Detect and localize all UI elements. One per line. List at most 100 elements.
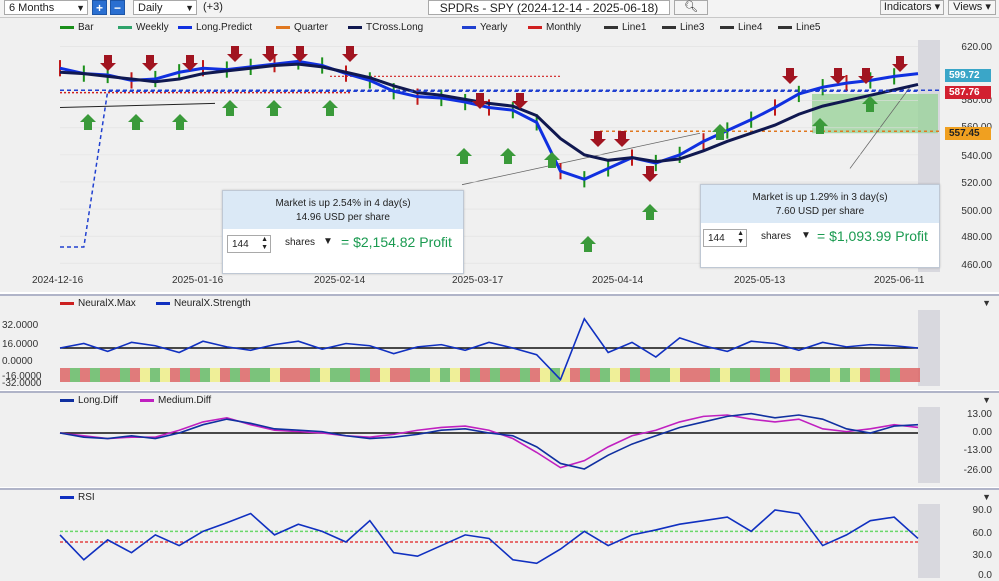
legend-swatch bbox=[140, 398, 154, 402]
zoom-out-button[interactable]: − bbox=[110, 0, 125, 15]
signal-strip-cell bbox=[800, 368, 810, 382]
signal-strip-cell bbox=[340, 368, 350, 382]
legend-label: Quarter bbox=[294, 22, 328, 33]
signal-strip-cell bbox=[420, 368, 430, 382]
signal-strip-cell bbox=[440, 368, 450, 382]
legend-label: NeuralX.Max bbox=[78, 298, 136, 309]
interval-select[interactable]: Daily ▼ bbox=[133, 0, 197, 15]
signal-strip-cell bbox=[240, 368, 250, 382]
legend-label: Yearly bbox=[480, 22, 508, 33]
signal-strip-cell bbox=[80, 368, 90, 382]
up-arrow-icon bbox=[222, 100, 238, 116]
spinner-icon: ▲ ▼ bbox=[737, 230, 744, 245]
symbol-title[interactable]: SPDRs - SPY (2024-12-14 - 2025-06-18) bbox=[428, 0, 670, 15]
legend-item[interactable]: Bar bbox=[60, 22, 94, 33]
legend-item[interactable]: Line4 bbox=[720, 22, 762, 33]
legend-item[interactable]: NeuralX.Max bbox=[60, 298, 136, 309]
legend-item[interactable]: TCross.Long bbox=[348, 22, 423, 33]
y-tick-label: 500.00 bbox=[961, 206, 992, 217]
signal-strip-cell bbox=[230, 368, 240, 382]
shares-count-input[interactable]: 144 ▲ ▼ bbox=[227, 235, 271, 253]
legend-item[interactable]: Line5 bbox=[778, 22, 820, 33]
signal-strip-cell bbox=[90, 368, 100, 382]
legend-item[interactable]: Quarter bbox=[276, 22, 328, 33]
legend-item[interactable]: NeuralX.Strength bbox=[156, 298, 251, 309]
legend-item[interactable]: Yearly bbox=[462, 22, 507, 33]
legend-item[interactable]: Medium.Diff bbox=[140, 395, 211, 406]
signal-strip-cell bbox=[390, 368, 400, 382]
views-label: Views bbox=[953, 1, 983, 13]
y-tick-label: 32.0000 bbox=[2, 320, 39, 331]
signal-strip-cell bbox=[640, 368, 650, 382]
signal-strip-cell bbox=[370, 368, 380, 382]
signal-strip-cell bbox=[450, 368, 460, 382]
legend-swatch bbox=[156, 301, 170, 305]
price-tag: 599.72 bbox=[945, 69, 991, 82]
zoom-in-button[interactable]: + bbox=[92, 0, 107, 15]
signal-strip-cell bbox=[710, 368, 720, 382]
up-arrow-icon bbox=[642, 204, 658, 220]
legend-label: Weekly bbox=[136, 22, 169, 33]
shares-dropdown-icon[interactable]: ▼ bbox=[801, 230, 811, 241]
date-tick-label: 2025-06-11 bbox=[874, 275, 925, 286]
signal-strip-cell bbox=[310, 368, 320, 382]
signal-strip-cell bbox=[260, 368, 270, 382]
views-button[interactable]: Views ▾ bbox=[948, 0, 996, 15]
legend-label: RSI bbox=[78, 492, 95, 503]
shares-count-input[interactable]: 144 ▲ ▼ bbox=[703, 229, 747, 247]
y-tick-label: 0.00 bbox=[972, 427, 992, 438]
signal-strip-cell bbox=[840, 368, 850, 382]
signal-strip-cell bbox=[810, 368, 820, 382]
rsi-chart[interactable] bbox=[0, 490, 999, 581]
signal-strip-cell bbox=[790, 368, 800, 382]
trade-popup-left: Market is up 2.54% in 4 day(s) 14.96 USD… bbox=[222, 190, 464, 274]
signal-strip-cell bbox=[670, 368, 680, 382]
legend-label: Monthly bbox=[546, 22, 582, 33]
indicators-label: Indicators bbox=[883, 1, 932, 13]
signal-strip-cell bbox=[140, 368, 150, 382]
indicators-button[interactable]: Indicators ▾ bbox=[880, 0, 944, 15]
signal-strip-cell bbox=[860, 368, 870, 382]
signal-strip-cell bbox=[770, 368, 780, 382]
panel-collapse-icon[interactable]: ▼ bbox=[982, 492, 991, 502]
legend-item[interactable]: RSI bbox=[60, 492, 95, 503]
search-icon: 🔍︎ bbox=[684, 1, 698, 13]
legend-item[interactable]: Line3 bbox=[662, 22, 704, 33]
legend-label: Long.Predict bbox=[196, 22, 253, 33]
diff-chart[interactable] bbox=[0, 393, 999, 487]
neuralx-panel: NeuralX.Max NeuralX.Strength 32.0000 16.00… bbox=[0, 294, 999, 390]
y-tick-label: -26.00 bbox=[963, 465, 992, 476]
signal-strip-cell bbox=[150, 368, 160, 382]
down-arrow-icon bbox=[614, 131, 630, 147]
down-arrow-icon bbox=[590, 131, 606, 147]
legend-item[interactable]: Monthly bbox=[528, 22, 581, 33]
date-tick-label: 2025-04-14 bbox=[592, 275, 644, 286]
signal-strip-cell bbox=[900, 368, 910, 382]
panel-collapse-icon[interactable]: ▼ bbox=[982, 298, 991, 308]
legend-item[interactable]: Weekly bbox=[118, 22, 169, 33]
signal-strip-cell bbox=[680, 368, 690, 382]
profit-label: = $1,093.99 Profit bbox=[817, 228, 928, 244]
interval-label: Daily bbox=[138, 2, 163, 14]
legend-item[interactable]: Long.Predict bbox=[178, 22, 252, 33]
date-tick-label: 2025-02-14 bbox=[314, 275, 366, 286]
popup-header: Market is up 2.54% in 4 day(s) 14.96 USD… bbox=[223, 191, 463, 229]
price-tag: 557.45 bbox=[945, 127, 991, 140]
date-tick-label: 2025-05-13 bbox=[734, 275, 786, 286]
panel-collapse-icon[interactable]: ▼ bbox=[982, 395, 991, 405]
signal-strip-cell bbox=[60, 368, 70, 382]
period-select[interactable]: 6 Months ▼ bbox=[4, 0, 88, 15]
y-tick-label: 540.00 bbox=[961, 151, 992, 162]
legend-item[interactable]: Line1 bbox=[604, 22, 646, 33]
neuralx-chart[interactable] bbox=[0, 296, 999, 390]
legend-swatch bbox=[60, 25, 74, 29]
shares-dropdown-icon[interactable]: ▼ bbox=[323, 236, 333, 247]
diff-panel: Long.Diff Medium.Diff 13.00 0.00 -13.00 -26.… bbox=[0, 391, 999, 487]
signal-strip-cell bbox=[330, 368, 340, 382]
signal-strip-cell bbox=[280, 368, 290, 382]
popup-line2: 7.60 USD per share bbox=[775, 206, 865, 217]
profit-label: = $2,154.82 Profit bbox=[341, 234, 452, 250]
signal-strip-cell bbox=[780, 368, 790, 382]
search-button[interactable]: 🔍︎ bbox=[674, 0, 708, 15]
legend-item[interactable]: Long.Diff bbox=[60, 395, 118, 406]
